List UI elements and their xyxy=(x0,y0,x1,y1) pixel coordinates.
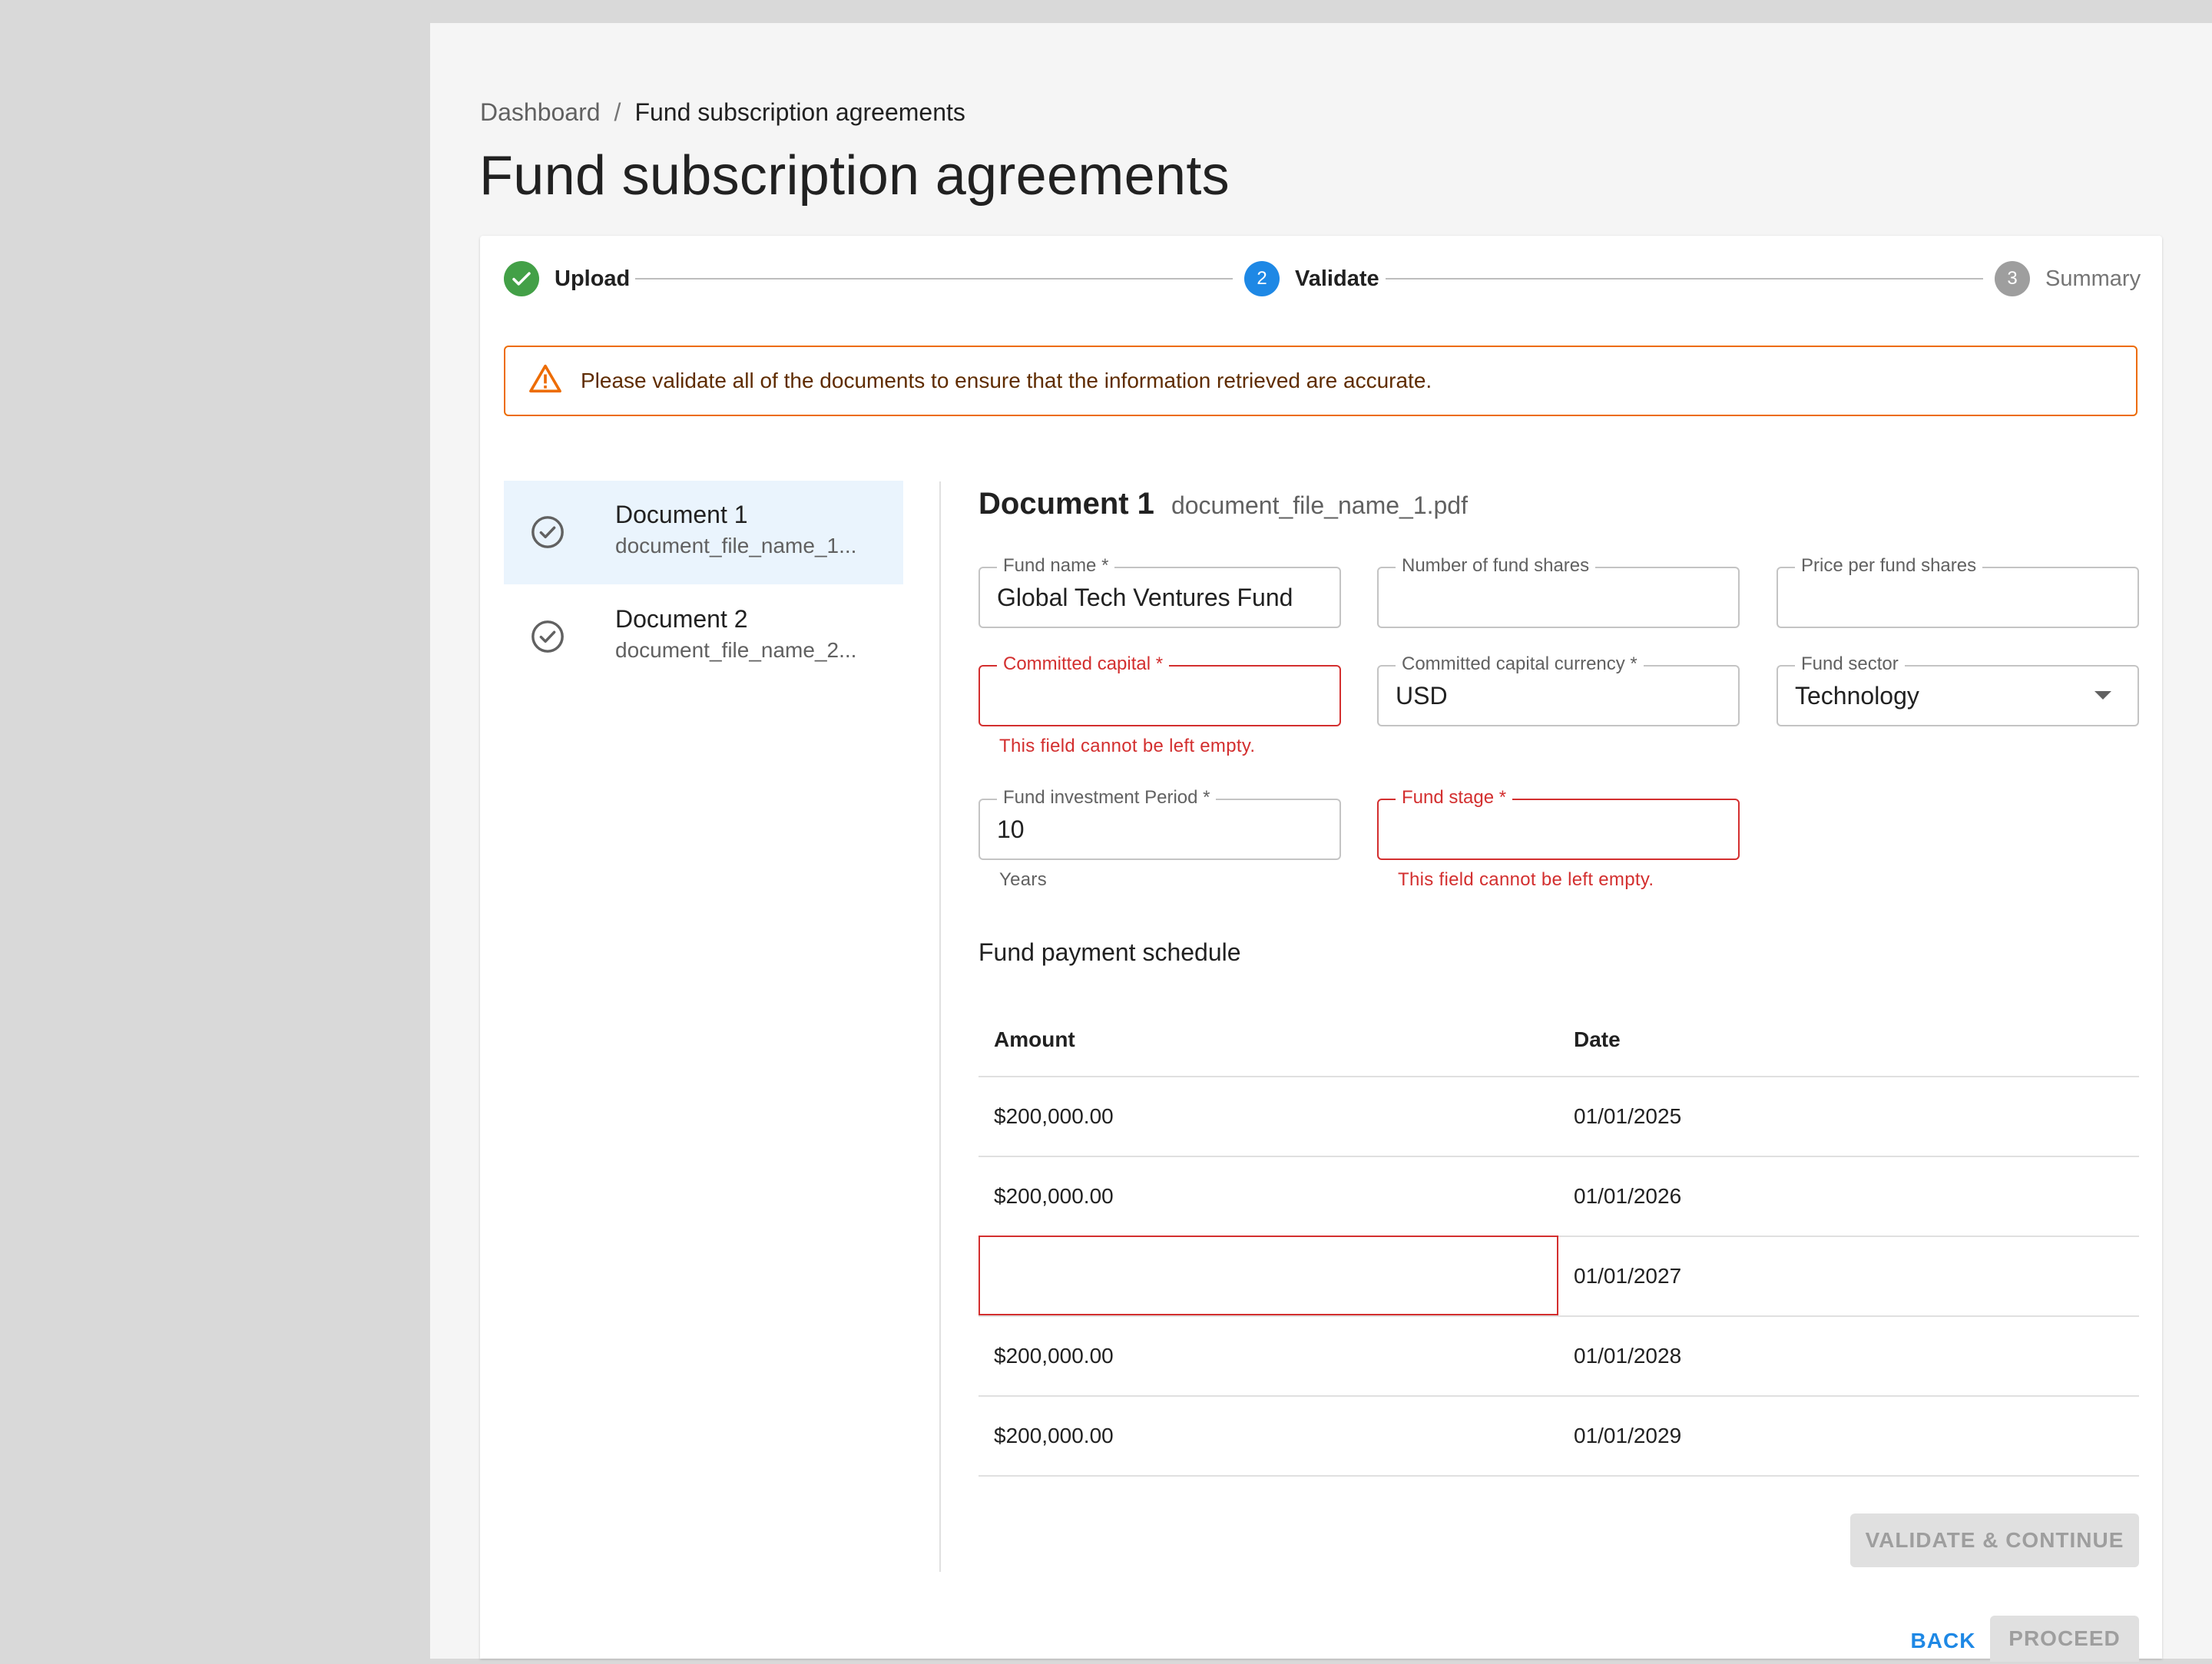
committed-capital-field[interactable]: Committed capital * xyxy=(979,654,1341,726)
fund-stage-label: Fund stage * xyxy=(1396,788,1513,808)
amount-cell[interactable]: $200,000.00 xyxy=(979,1317,1558,1395)
step-number-2-icon: 2 xyxy=(1244,261,1280,296)
warning-message: Please validate all of the documents to … xyxy=(581,369,1432,392)
check-circle-outline-icon xyxy=(530,514,565,550)
fund-stage-error: This field cannot be left empty. xyxy=(1398,869,1654,890)
fund-investment-period-field[interactable]: Fund investment Period * 10 xyxy=(979,788,1341,860)
document-filename: document_file_name_1... xyxy=(615,534,857,557)
amount-cell[interactable]: $200,000.00 xyxy=(979,1157,1558,1236)
fund-stage-field[interactable]: Fund stage * xyxy=(1377,788,1740,860)
warning-alert: Please validate all of the documents to … xyxy=(504,346,2137,416)
table-row: $200,000.00 01/01/2026 xyxy=(979,1157,2139,1237)
committed-capital-currency-value: USD xyxy=(1396,682,1448,710)
proceed-button[interactable]: PROCEED xyxy=(1990,1616,2139,1662)
table-row: $200,000.00 01/01/2025 xyxy=(979,1077,2139,1157)
fund-sector-label: Fund sector xyxy=(1795,654,1905,674)
check-circle-icon xyxy=(504,261,539,296)
back-button[interactable]: BACK xyxy=(1893,1618,1993,1664)
document-list-item-1[interactable]: Document 1 document_file_name_1... xyxy=(504,481,903,584)
committed-capital-currency-label: Committed capital currency * xyxy=(1396,654,1644,674)
breadcrumb: Dashboard / Fund subscription agreements xyxy=(480,98,965,127)
validate-continue-button[interactable]: VALIDATE & CONTINUE xyxy=(1850,1513,2139,1567)
price-per-fund-shares-label: Price per fund shares xyxy=(1795,556,1983,576)
amount-cell[interactable]: $200,000.00 xyxy=(979,1077,1558,1156)
committed-capital-label: Committed capital * xyxy=(997,654,1170,674)
step-connector xyxy=(1386,278,1983,280)
fund-investment-period-value: 10 xyxy=(997,815,1025,843)
caret-down-icon xyxy=(2094,691,2111,700)
payment-schedule-table: Amount Date $200,000.00 01/01/2025 $200,… xyxy=(979,1004,2139,1477)
step-connector xyxy=(635,278,1233,280)
payment-schedule-title: Fund payment schedule xyxy=(979,938,1241,966)
breadcrumb-dashboard-link[interactable]: Dashboard xyxy=(480,98,601,127)
committed-capital-error: This field cannot be left empty. xyxy=(999,736,1256,756)
price-per-fund-shares-field[interactable]: Price per fund shares xyxy=(1777,556,2139,628)
check-circle-outline-icon xyxy=(530,619,565,654)
fund-name-field[interactable]: Fund name * Global Tech Ventures Fund xyxy=(979,556,1341,628)
breadcrumb-separator: / xyxy=(614,98,621,126)
table-header-row: Amount Date xyxy=(979,1004,2139,1077)
fund-name-label: Fund name * xyxy=(997,556,1115,576)
number-of-fund-shares-label: Number of fund shares xyxy=(1396,556,1596,576)
date-cell[interactable]: 01/01/2029 xyxy=(1558,1397,2139,1475)
document-detail-heading: Document 1 document_file_name_1.pdf xyxy=(979,487,1468,521)
document-filename: document_file_name_2... xyxy=(615,638,857,662)
document-detail-filename: document_file_name_1.pdf xyxy=(1171,491,1468,519)
fund-sector-value: Technology xyxy=(1795,682,1919,710)
column-header-date: Date xyxy=(1574,1027,1621,1051)
warning-icon xyxy=(528,363,562,399)
document-title: Document 2 xyxy=(615,605,748,633)
validation-card: Upload 2 Validate 3 Summary Please valid… xyxy=(480,236,2162,1662)
step-summary-label: Summary xyxy=(2045,266,2141,291)
step-summary[interactable]: 3 Summary xyxy=(1995,260,2141,298)
document-title: Document 1 xyxy=(615,501,748,528)
date-cell[interactable]: 01/01/2028 xyxy=(1558,1317,2139,1395)
step-upload-label: Upload xyxy=(555,266,631,291)
column-header-amount: Amount xyxy=(994,1027,1075,1051)
step-validate-label: Validate xyxy=(1295,266,1379,291)
table-row: 01/01/2027 xyxy=(979,1236,2139,1317)
step-upload[interactable]: Upload xyxy=(504,260,630,298)
fund-investment-period-label: Fund investment Period * xyxy=(997,788,1217,808)
step-number-3-icon: 3 xyxy=(1995,261,2030,296)
committed-capital-currency-field[interactable]: Committed capital currency * USD xyxy=(1377,654,1740,726)
date-cell[interactable]: 01/01/2026 xyxy=(1558,1157,2139,1236)
number-of-fund-shares-field[interactable]: Number of fund shares xyxy=(1377,556,1740,628)
date-cell[interactable]: 01/01/2025 xyxy=(1558,1077,2139,1156)
table-row: $200,000.00 01/01/2029 xyxy=(979,1397,2139,1477)
amount-cell[interactable]: $200,000.00 xyxy=(979,1397,1558,1475)
fund-sector-select[interactable]: Fund sector Technology xyxy=(1777,654,2139,726)
fund-investment-period-helper: Years xyxy=(999,869,1047,890)
step-validate[interactable]: 2 Validate xyxy=(1244,260,1379,298)
panel-divider xyxy=(939,481,941,1572)
breadcrumb-current: Fund subscription agreements xyxy=(634,98,965,126)
date-cell[interactable]: 01/01/2027 xyxy=(1558,1237,2139,1315)
amount-cell-error[interactable] xyxy=(979,1236,1558,1315)
page-title: Fund subscription agreements xyxy=(479,145,1230,207)
document-list-item-2[interactable]: Document 2 document_file_name_2... xyxy=(504,585,903,689)
document-detail-title: Document 1 xyxy=(979,487,1154,521)
fund-name-value: Global Tech Ventures Fund xyxy=(997,584,1293,611)
table-row: $200,000.00 01/01/2028 xyxy=(979,1317,2139,1397)
